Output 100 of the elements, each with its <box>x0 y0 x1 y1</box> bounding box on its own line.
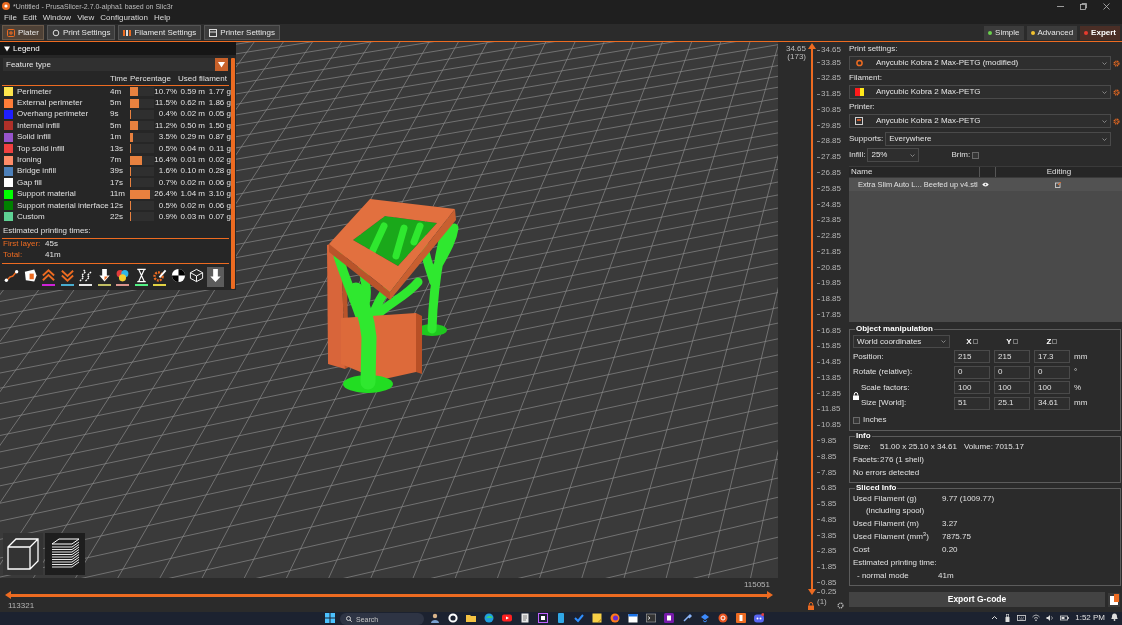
preset-dropdown[interactable]: Anycubic Kobra 2 Max-PETG <box>849 85 1111 99</box>
number-field[interactable]: 0 <box>994 365 1030 379</box>
scrollbar[interactable] <box>231 58 235 289</box>
menu-item[interactable]: Window <box>41 14 73 22</box>
diamond-icon[interactable] <box>700 613 710 623</box>
export-button[interactable]: Export G-code <box>849 592 1105 607</box>
lock-icon[interactable] <box>853 391 859 400</box>
restore-icon[interactable] <box>1080 2 1087 10</box>
app-tile-icon[interactable] <box>736 613 746 623</box>
calendar-icon[interactable] <box>628 613 638 623</box>
number-field[interactable]: 51 <box>954 396 990 410</box>
layer-slider-track[interactable] <box>808 46 816 592</box>
speaker-icon[interactable] <box>1046 614 1055 622</box>
toolbar-button[interactable] <box>132 266 150 287</box>
view-type-dropdown[interactable]: Feature type <box>3 58 228 71</box>
preset-dropdown[interactable]: Anycubic Kobra 2 Max-PETG <box>849 114 1111 128</box>
number-field[interactable]: 215 <box>994 350 1030 364</box>
menu-item[interactable]: Edit <box>21 14 38 22</box>
menu-item[interactable]: Help <box>152 14 172 22</box>
circle-logo-icon[interactable] <box>718 613 728 623</box>
status-text: No errors detected <box>853 466 921 479</box>
number-field[interactable]: 34.61 <box>1034 396 1070 410</box>
time-value: 41m <box>45 251 61 260</box>
wrench-icon[interactable] <box>682 613 692 623</box>
mode-button[interactable]: Advanced <box>1026 25 1078 40</box>
tick-label: 28.85 <box>821 137 842 146</box>
number-field[interactable]: 0 <box>954 365 990 379</box>
slider-handle[interactable] <box>5 590 11 599</box>
close-icon[interactable] <box>1103 2 1110 10</box>
time-value: 5m <box>110 99 123 108</box>
wave-circle-icon[interactable] <box>484 613 494 623</box>
menu-item[interactable]: Configuration <box>99 14 149 22</box>
number-field[interactable]: 0 <box>1034 365 1070 379</box>
feature-name: Bridge infill <box>17 167 58 176</box>
frame-icon[interactable] <box>538 613 548 623</box>
edit-icon[interactable] <box>1054 181 1061 188</box>
mode-button[interactable]: Expert <box>1080 25 1120 40</box>
settings-icon[interactable] <box>1113 59 1120 67</box>
tab[interactable]: Print Settings <box>46 25 116 40</box>
wifi-icon[interactable] <box>1032 614 1041 622</box>
tab[interactable]: Filament Settings <box>118 25 202 40</box>
play-icon[interactable] <box>502 613 512 623</box>
checkmark-icon[interactable] <box>574 613 584 623</box>
number-field[interactable]: 100 <box>954 381 990 395</box>
axis-label: Z <box>1046 337 1052 346</box>
info-value: 3.27 <box>942 519 958 528</box>
tick-label: 15.85 <box>821 342 842 351</box>
ring-icon[interactable] <box>448 613 458 623</box>
percentage-value: 11.2% <box>154 121 177 130</box>
toolbar-button[interactable] <box>206 266 224 287</box>
supports-dropdown[interactable]: Everywhere <box>885 132 1111 146</box>
mode-button[interactable]: Simple <box>984 25 1024 40</box>
number-field[interactable]: 100 <box>1034 381 1070 395</box>
slider-handle[interactable] <box>808 589 816 595</box>
menu-item[interactable]: View <box>76 14 96 22</box>
ring-dot-icon[interactable] <box>610 613 620 623</box>
bell-icon[interactable] <box>1111 613 1118 621</box>
sticky-note-icon[interactable] <box>592 613 602 623</box>
checkbox[interactable] <box>853 416 860 424</box>
tab[interactable]: Plater <box>2 25 44 40</box>
coordinates-dropdown[interactable]: World coordinates <box>853 335 950 348</box>
chevrons-up-icon <box>41 267 56 283</box>
preset-dropdown[interactable]: Anycubic Kobra 2 Max-PETG (modified) <box>849 56 1111 70</box>
ring-icon <box>855 59 864 67</box>
number-field[interactable]: 100 <box>994 381 1030 395</box>
info-value: 7015.17 <box>994 442 1024 451</box>
checkbox[interactable] <box>972 151 980 159</box>
card-icon[interactable] <box>1108 592 1120 607</box>
terminal-icon[interactable] <box>646 613 656 623</box>
number-field[interactable]: 25.1 <box>994 396 1030 410</box>
tick-label: 24.85 <box>821 200 842 209</box>
feature-name: External perimeter <box>17 99 84 108</box>
menu-item[interactable]: File <box>3 14 18 22</box>
document-icon[interactable] <box>520 613 530 623</box>
number-field[interactable]: 215 <box>954 350 990 364</box>
settings-icon[interactable] <box>1113 88 1120 96</box>
view-mode-button[interactable] <box>45 533 85 575</box>
collapse-triangle-icon[interactable] <box>4 45 10 52</box>
settings-icon[interactable] <box>1113 117 1120 125</box>
view-mode-button[interactable] <box>3 533 43 575</box>
keyboard-icon[interactable] <box>1017 614 1027 622</box>
notebook-icon[interactable] <box>664 613 674 623</box>
infill-dropdown[interactable]: 25% <box>867 148 920 162</box>
number-field[interactable]: 17.3 <box>1034 350 1070 364</box>
horizontal-slider-track[interactable] <box>8 591 770 599</box>
group-title: Info <box>855 432 872 440</box>
toolbar-button[interactable] <box>95 266 113 287</box>
settings-icon[interactable] <box>837 602 844 609</box>
tick-label: 10.85 <box>821 421 842 430</box>
avatar-icon[interactable] <box>430 613 440 623</box>
tick-label: 30.85 <box>821 105 842 114</box>
slider-handle[interactable] <box>767 590 773 599</box>
battery-icon[interactable] <box>1060 614 1070 622</box>
usb-stick-icon[interactable] <box>1004 614 1012 622</box>
tab[interactable]: Printer Settings <box>204 25 280 40</box>
eye-icon[interactable] <box>982 182 990 187</box>
phone-icon[interactable] <box>556 613 566 623</box>
chat-bubble-icon[interactable] <box>754 613 764 623</box>
chevron-up-icon[interactable] <box>991 614 999 622</box>
windows-logo-icon[interactable] <box>325 613 335 623</box>
